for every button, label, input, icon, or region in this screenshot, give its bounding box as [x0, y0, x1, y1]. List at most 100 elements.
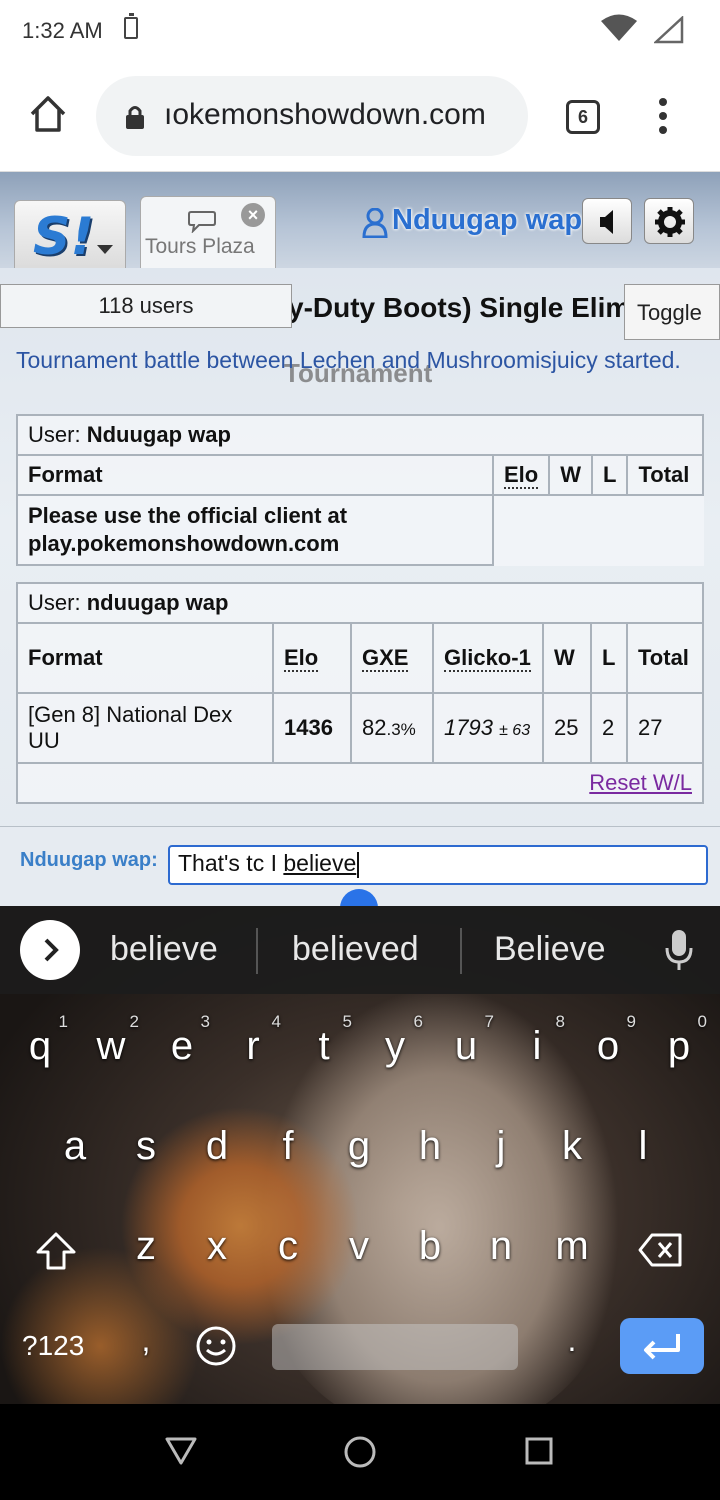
recents-icon[interactable]	[524, 1436, 554, 1466]
symbols-key[interactable]: ?123	[22, 1330, 84, 1362]
mic-icon[interactable]	[664, 928, 694, 972]
key-s[interactable]: s	[116, 1124, 176, 1169]
username-button[interactable]: Nduugap wap	[392, 204, 582, 237]
suggestion-2[interactable]: believed	[292, 930, 419, 969]
browser-toolbar: ıokemonshowdown.com 6	[0, 62, 720, 172]
key-t[interactable]: t5	[294, 1012, 354, 1069]
suggestion-1[interactable]: believe	[110, 930, 218, 969]
chevron-down-icon	[97, 245, 113, 254]
glicko-cell: 1793 ± 63	[432, 692, 544, 764]
enter-key[interactable]	[620, 1318, 704, 1374]
space-key[interactable]	[272, 1324, 518, 1370]
comma-key[interactable]: ,	[116, 1322, 176, 1359]
text-cursor	[357, 851, 360, 878]
l-cell: 2	[590, 692, 628, 764]
showdown-header: S! Tours Plaza × Nduugap wap	[0, 172, 720, 272]
col-total: Total	[626, 454, 704, 496]
total-cell: 27	[626, 692, 704, 764]
shift-icon[interactable]	[34, 1230, 78, 1272]
key-p[interactable]: p0	[649, 1012, 709, 1069]
wifi-icon	[601, 14, 637, 41]
key-c[interactable]: c	[258, 1224, 318, 1269]
key-i[interactable]: i8	[507, 1012, 567, 1069]
expand-suggestions-button[interactable]	[20, 920, 80, 980]
col-l: L	[590, 622, 628, 694]
user-name: Nduugap wap	[86, 422, 231, 447]
key-q[interactable]: q1	[10, 1012, 70, 1069]
key-d[interactable]: d	[187, 1124, 247, 1169]
suggestion-3[interactable]: Believe	[494, 930, 606, 969]
col-total: Total	[626, 622, 704, 694]
key-r[interactable]: r4	[223, 1012, 283, 1069]
userlist-button[interactable]: 118 users	[0, 284, 292, 328]
period-key[interactable]: .	[542, 1322, 602, 1359]
chat-username-label: Nduugap wap:	[20, 849, 158, 871]
w-cell: 25	[542, 692, 592, 764]
gxe-cell: 82.3%	[350, 692, 434, 764]
battle-message[interactable]: Tournament battle between Lechen and Mus…	[16, 346, 696, 374]
overflow-menu-icon[interactable]	[654, 98, 672, 138]
key-f[interactable]: f	[258, 1124, 318, 1169]
col-elo: Elo	[284, 645, 319, 672]
home-nav-icon[interactable]	[342, 1434, 378, 1470]
home-icon[interactable]	[26, 92, 70, 136]
tab-switcher-button[interactable]: 6	[566, 100, 600, 134]
key-m[interactable]: m	[542, 1224, 602, 1269]
tab-label: Tours Plaza	[145, 235, 255, 258]
toggle-button[interactable]: Toggle	[624, 284, 720, 340]
backspace-icon[interactable]	[638, 1232, 684, 1268]
key-y[interactable]: y6	[365, 1012, 425, 1069]
key-j[interactable]: j	[471, 1124, 531, 1169]
room-title: y-Duty Boots) Single Elim	[288, 292, 631, 323]
col-w: W	[542, 622, 592, 694]
gear-icon	[655, 207, 685, 237]
col-format: Format	[16, 622, 274, 694]
key-z[interactable]: z	[116, 1224, 176, 1269]
key-n[interactable]: n	[471, 1224, 531, 1269]
col-glicko: Glicko-1	[444, 645, 531, 672]
ladder-table-2: User: nduugap wap Format Elo GXE Glicko-…	[16, 582, 704, 804]
key-b[interactable]: b	[400, 1224, 460, 1269]
chat-input[interactable]: That's tc I believe	[168, 845, 708, 885]
key-a[interactable]: a	[45, 1124, 105, 1169]
format-cell: [Gen 8] National Dex UU	[16, 692, 274, 764]
user-row: User: Nduugap wap	[16, 414, 704, 456]
close-icon[interactable]: ×	[241, 203, 265, 227]
chat-room: y-Duty Boots) Single Elim 118 users Togg…	[0, 268, 720, 908]
emoji-icon[interactable]	[194, 1324, 238, 1368]
status-time: 1:32 AM	[22, 18, 103, 43]
key-g[interactable]: g	[329, 1124, 389, 1169]
sound-button[interactable]	[582, 198, 632, 244]
user-name: nduugap wap	[86, 590, 229, 615]
battery-icon	[124, 13, 138, 39]
key-e[interactable]: e3	[152, 1012, 212, 1069]
showdown-logo-button[interactable]: S!	[14, 200, 126, 272]
reset-wl-link[interactable]: Reset W/L	[589, 770, 692, 795]
address-bar[interactable]: ıokemonshowdown.com	[96, 76, 528, 156]
status-bar: 1:32 AM	[0, 0, 720, 62]
key-l[interactable]: l	[613, 1124, 673, 1169]
user-icon	[362, 208, 388, 238]
suggestion-strip: believe believed Believe	[0, 906, 720, 994]
chat-compose-bar: Nduugap wap: That's tc I believe	[0, 826, 720, 935]
showdown-logo-icon: S!	[33, 207, 95, 267]
notice-cell: Please use the official client at play.p…	[16, 494, 494, 566]
signal-icon	[654, 16, 684, 44]
back-icon[interactable]	[164, 1436, 198, 1466]
key-u[interactable]: u7	[436, 1012, 496, 1069]
col-gxe: GXE	[362, 645, 409, 672]
chat-bubble-icon	[188, 211, 216, 233]
key-h[interactable]: h	[400, 1124, 460, 1169]
key-k[interactable]: k	[542, 1124, 602, 1169]
soft-keyboard: believe believed Believe q1 w2 e3 r4 t5 …	[0, 906, 720, 1404]
key-v[interactable]: v	[329, 1224, 389, 1269]
url-text: ıokemonshowdown.com	[164, 98, 486, 131]
col-l: L	[590, 454, 629, 496]
lock-icon	[126, 106, 144, 129]
tab-tours-plaza[interactable]: Tours Plaza ×	[140, 196, 276, 272]
key-x[interactable]: x	[187, 1224, 247, 1269]
key-w[interactable]: w2	[81, 1012, 141, 1069]
ladder-table-1: User: Nduugap wap Format Elo W L Total P…	[16, 414, 704, 566]
settings-button[interactable]	[644, 198, 694, 244]
key-o[interactable]: o9	[578, 1012, 638, 1069]
